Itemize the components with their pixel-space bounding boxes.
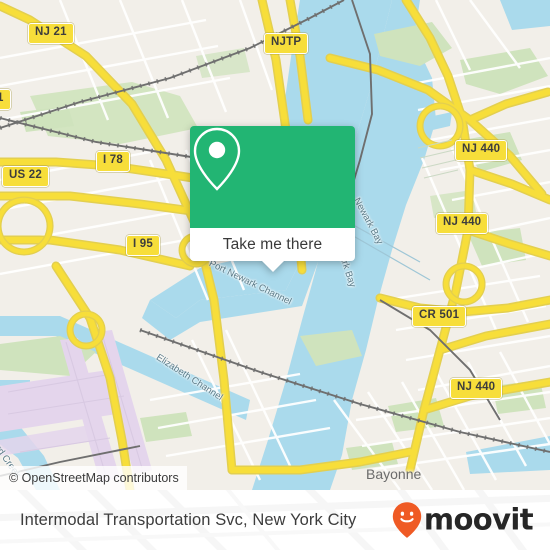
map-attribution[interactable]: © OpenStreetMap contributors	[0, 466, 187, 490]
highway-shield-cr-501[interactable]: CR 501	[412, 306, 467, 327]
callout-footer[interactable]: Take me there	[190, 228, 355, 272]
highway-shield-i-78[interactable]: I 78	[96, 151, 130, 172]
moovit-smiley-pin-icon	[392, 502, 422, 538]
callout-tail-pointer	[261, 261, 284, 272]
highway-shield-nj-440-c[interactable]: NJ 440	[450, 378, 503, 399]
bottom-info-bar: Intermodal Transportation Svc, New York …	[0, 490, 550, 550]
map-pin-icon	[193, 127, 241, 191]
highway-shield-nj-440-b[interactable]: NJ 440	[436, 213, 489, 234]
location-title: Intermodal Transportation Svc, New York …	[20, 510, 357, 529]
highway-shield-njtp[interactable]: NJTP	[264, 33, 309, 54]
highway-shield-i-95[interactable]: I 95	[126, 235, 160, 256]
highway-shield-us-22[interactable]: US 22	[2, 166, 49, 187]
moovit-brand-logo[interactable]: moovit	[392, 502, 534, 539]
highway-shield-1[interactable]: 1	[0, 89, 11, 110]
callout-header	[190, 126, 355, 228]
highway-shield-nj-440-a[interactable]: NJ 440	[455, 140, 508, 161]
moovit-map-screenshot: NJ 21 NJTP 1 I 78 US 22 NJ 440 NJ 440 I …	[0, 0, 550, 550]
attribution-text: © OpenStreetMap contributors	[9, 471, 179, 485]
moovit-wordmark: moovit	[423, 502, 534, 537]
take-me-there-label: Take me there	[222, 235, 323, 253]
map-canvas[interactable]: NJ 21 NJTP 1 I 78 US 22 NJ 440 NJ 440 I …	[0, 0, 550, 490]
location-callout-card[interactable]: Take me there	[190, 126, 355, 272]
highway-shield-nj-21[interactable]: NJ 21	[28, 23, 74, 44]
